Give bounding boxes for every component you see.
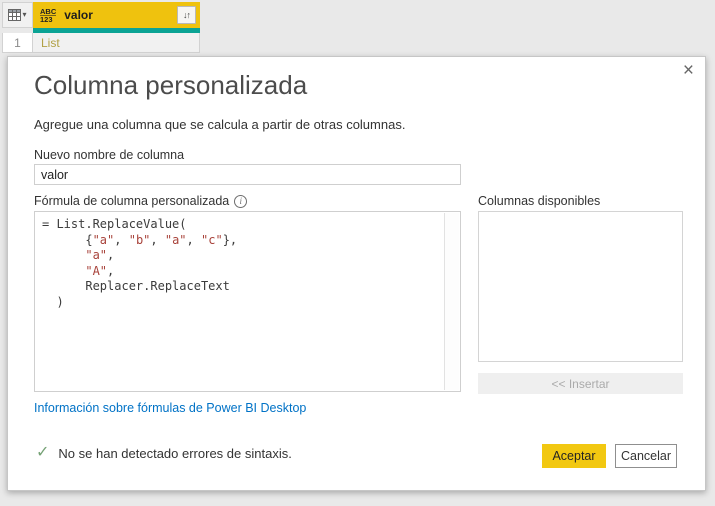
formula-help-link[interactable]: Información sobre fórmulas de Power BI D… (34, 401, 306, 415)
column-header-label: valor (64, 8, 93, 22)
custom-column-dialog: × Columna personalizada Agregue una colu… (7, 56, 706, 491)
list-value-cell[interactable]: List (33, 33, 200, 53)
close-icon[interactable]: × (683, 60, 694, 82)
insert-button[interactable]: << Insertar (478, 373, 683, 394)
accept-button[interactable]: Aceptar (542, 444, 606, 468)
formula-editor[interactable]: = List.ReplaceValue( {"a", "b", "a", "c"… (34, 211, 461, 392)
column-header-valor[interactable]: ABC 123 valor ↓↑ (33, 2, 200, 28)
table-menu-caret-icon: ▾ (22, 10, 27, 19)
formula-label: Fórmula de columna personalizada (34, 194, 230, 208)
power-bi-query-editor: ▾ ABC 123 valor ↓↑ 1 List × Columna pers… (0, 0, 715, 506)
cancel-button[interactable]: Cancelar (615, 444, 677, 468)
new-column-name-label: Nuevo nombre de columna (34, 148, 185, 162)
row-number-cell[interactable]: 1 (2, 33, 33, 53)
column-type-abc123-icon[interactable]: ABC 123 (40, 7, 57, 23)
table-icon (8, 9, 22, 21)
available-columns-listbox[interactable] (478, 211, 683, 362)
info-icon[interactable]: i (234, 194, 248, 208)
formula-editor-scrollbar[interactable] (444, 213, 459, 390)
formula-code[interactable]: = List.ReplaceValue( {"a", "b", "a", "c"… (35, 212, 460, 315)
syntax-status-text: No se han detectado errores de sintaxis. (58, 445, 292, 461)
formula-label-row: Fórmula de columna personalizada i (34, 194, 248, 208)
list-value-link[interactable]: List (41, 36, 60, 50)
available-columns-label: Columnas disponibles (478, 194, 601, 208)
expand-column-icon[interactable]: ↓↑ (177, 6, 196, 24)
dialog-title: Columna personalizada (34, 70, 308, 100)
new-column-name-input[interactable] (34, 164, 461, 185)
check-icon: ✓ (36, 444, 50, 461)
table-menu-button[interactable]: ▾ (2, 2, 33, 28)
dialog-description: Agregue una columna que se calcula a par… (34, 117, 406, 132)
syntax-status: ✓ No se han detectado errores de sintaxi… (36, 445, 292, 461)
